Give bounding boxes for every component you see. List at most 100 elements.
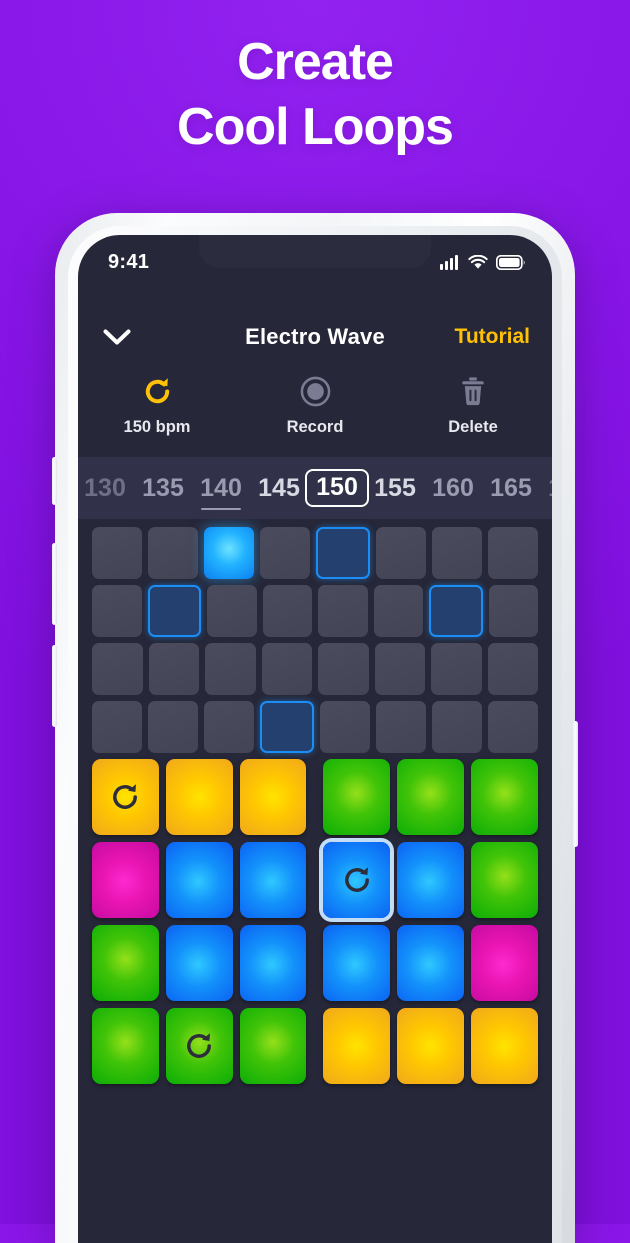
sequencer-row	[92, 643, 538, 695]
bpm-tick-165[interactable]: 165	[482, 457, 540, 519]
sequencer-cell-r4-c1[interactable]	[92, 701, 142, 753]
pad-r3-c6-magenta[interactable]	[471, 925, 538, 1001]
sequencer-cell-r2-c6[interactable]	[373, 585, 423, 637]
delete-label: Delete	[448, 418, 498, 436]
sequencer-cell-r2-c4[interactable]	[262, 585, 312, 637]
pad-r2-c4-blue[interactable]	[323, 842, 391, 918]
sequencer-cell-r2-c2[interactable]	[147, 585, 201, 637]
wifi-icon	[468, 254, 488, 270]
pad-r1-c5-green[interactable]	[397, 759, 465, 835]
page-title: Create Cool Loops	[0, 33, 630, 156]
nav-bar: Electro Wave Tutorial	[78, 311, 552, 363]
pad-r4-c2-green[interactable]	[165, 1008, 233, 1084]
record-button[interactable]: Record	[236, 367, 394, 455]
loop-refresh-icon	[182, 1029, 216, 1063]
sequencer-cell-r1-c8[interactable]	[488, 527, 538, 579]
sequencer-cell-r2-c1[interactable]	[92, 585, 142, 637]
record-label: Record	[286, 418, 344, 436]
delete-button[interactable]: Delete	[394, 367, 552, 455]
cellular-signal-icon	[439, 254, 460, 270]
status-icons	[439, 254, 526, 270]
pad-r2-c3-blue[interactable]	[239, 842, 307, 918]
pad-row	[92, 925, 538, 1001]
sequencer-cell-r1-c6[interactable]	[376, 527, 426, 579]
sequencer-cell-r1-c1[interactable]	[92, 527, 142, 579]
pad-r3-c5-blue[interactable]	[397, 925, 465, 1001]
sequencer-cell-r2-c7[interactable]	[429, 585, 483, 637]
pad-r2-c6-green[interactable]	[471, 842, 538, 918]
bpm-tick-170[interactable]: 170	[540, 457, 552, 519]
pad-r3-c1-green[interactable]	[92, 925, 159, 1001]
sequencer-cell-r2-c3[interactable]	[207, 585, 257, 637]
sequencer-cell-r3-c3[interactable]	[205, 643, 256, 695]
pad-r1-c2-yellow[interactable]	[165, 759, 233, 835]
sequencer-cell-r4-c5[interactable]	[320, 701, 370, 753]
pad-r3-c4-blue[interactable]	[323, 925, 391, 1001]
pad-r1-c4-green[interactable]	[323, 759, 391, 835]
sequencer-cell-r3-c5[interactable]	[318, 643, 369, 695]
sequencer-cell-r3-c6[interactable]	[374, 643, 425, 695]
bpm-tick-label: 140	[200, 473, 242, 502]
bpm-tick-135[interactable]: 135	[134, 457, 192, 519]
sequencer-cell-r1-c5[interactable]	[316, 527, 370, 579]
sequencer-cell-r4-c3[interactable]	[204, 701, 254, 753]
pad-r4-c4-yellow[interactable]	[323, 1008, 391, 1084]
pad-r1-c3-yellow[interactable]	[239, 759, 307, 835]
pad-r3-c2-blue[interactable]	[165, 925, 233, 1001]
sequencer-cell-r1-c3[interactable]	[204, 527, 254, 579]
volume-up-button[interactable]	[52, 543, 57, 625]
sequencer-row	[92, 585, 538, 637]
tutorial-button[interactable]: Tutorial	[455, 325, 530, 349]
sequencer-cell-r3-c2[interactable]	[148, 643, 199, 695]
bpm-tick-155[interactable]: 155	[366, 457, 424, 519]
bpm-tick-130[interactable]: 130	[78, 457, 134, 519]
chevron-down-icon[interactable]	[100, 320, 134, 354]
bpm-tick-label: 160	[432, 473, 474, 502]
sequencer-cell-r3-c7[interactable]	[431, 643, 482, 695]
sequencer-cell-r4-c6[interactable]	[376, 701, 426, 753]
sequencer-grid[interactable]	[78, 519, 552, 769]
sequencer-cell-r4-c2[interactable]	[148, 701, 198, 753]
volume-down-button[interactable]	[52, 645, 57, 727]
pad-r2-c2-blue[interactable]	[165, 842, 233, 918]
power-button[interactable]	[573, 721, 578, 847]
pad-r1-c6-green[interactable]	[471, 759, 538, 835]
sequencer-cell-r1-c7[interactable]	[432, 527, 482, 579]
bpm-tick-140[interactable]: 140	[192, 457, 250, 519]
bpm-tick-label: 145	[258, 473, 300, 502]
pad-r2-c5-blue[interactable]	[397, 842, 465, 918]
sequencer-cell-r3-c8[interactable]	[487, 643, 538, 695]
bpm-button[interactable]: 150 bpm	[78, 367, 236, 455]
bpm-tick-underline	[201, 507, 241, 510]
sequencer-cell-r1-c4[interactable]	[260, 527, 310, 579]
sequencer-row	[92, 527, 538, 579]
pad-r4-c5-yellow[interactable]	[397, 1008, 465, 1084]
sequencer-cell-r4-c4[interactable]	[260, 701, 314, 753]
bpm-ruler[interactable]: 130 135 140 145150155 160 165 170	[78, 457, 552, 519]
pad-row	[92, 1008, 538, 1084]
sequencer-cell-r4-c7[interactable]	[432, 701, 482, 753]
sequencer-cell-r4-c8[interactable]	[488, 701, 538, 753]
bpm-label: 150 bpm	[123, 418, 191, 436]
sequencer-cell-r1-c2[interactable]	[148, 527, 198, 579]
bpm-tick-160[interactable]: 160	[424, 457, 482, 519]
pad-r3-c3-blue[interactable]	[239, 925, 307, 1001]
pad-r1-c1-yellow[interactable]	[92, 759, 159, 835]
mute-switch[interactable]	[52, 457, 57, 505]
pad-row	[92, 842, 538, 918]
pad-r2-c1-magenta[interactable]	[92, 842, 159, 918]
pad-r4-c6-yellow[interactable]	[471, 1008, 538, 1084]
pad-r4-c3-green[interactable]	[239, 1008, 307, 1084]
sequencer-cell-r2-c5[interactable]	[318, 585, 368, 637]
sequencer-cell-r3-c1[interactable]	[92, 643, 143, 695]
phone-device: 9:41 Electro Wave Tutorial 150 bpm Recor…	[52, 213, 578, 1243]
sequencer-cell-r3-c4[interactable]	[261, 643, 312, 695]
pad-grid[interactable]	[78, 759, 552, 1091]
bpm-tick-150[interactable]: 150	[305, 457, 369, 519]
toolbar: 150 bpm Record Delete	[78, 367, 552, 455]
bpm-tick-145[interactable]: 145	[250, 457, 308, 519]
headline-line-1: Create	[237, 33, 394, 91]
sequencer-cell-r2-c8[interactable]	[488, 585, 538, 637]
bpm-tick-label: 155	[374, 473, 416, 502]
pad-r4-c1-green[interactable]	[92, 1008, 159, 1084]
